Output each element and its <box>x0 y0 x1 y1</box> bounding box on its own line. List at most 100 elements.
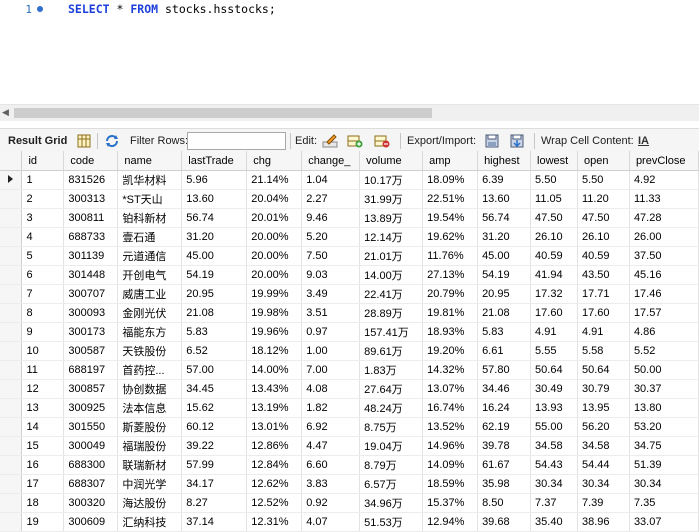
table-cell-volume[interactable]: 12.14万 <box>359 227 424 247</box>
table-cell-amp[interactable]: 18.93% <box>422 322 479 342</box>
table-cell-id[interactable]: 7 <box>21 284 65 304</box>
table-cell-chg[interactable]: 19.99% <box>246 284 303 304</box>
table-cell-lastTrade[interactable]: 34.17 <box>181 474 248 494</box>
table-cell-open[interactable]: 43.50 <box>577 265 630 285</box>
table-cell-volume[interactable]: 14.00万 <box>359 265 424 285</box>
result-grid[interactable]: id code name lastTrade chg change_ volume amp hi… <box>0 151 699 532</box>
table-cell-lowest[interactable]: 55.00 <box>530 417 578 437</box>
delete-row-icon[interactable] <box>374 133 390 149</box>
table-cell-change[interactable]: 0.92 <box>301 493 361 513</box>
table-cell-code[interactable]: 301448 <box>63 265 119 285</box>
column-header-prevClose[interactable]: prevClose <box>629 151 699 171</box>
import-icon[interactable] <box>509 133 525 149</box>
table-cell-lowest[interactable]: 40.59 <box>530 246 578 266</box>
table-row[interactable]: 15 300049 福瑞股份 39.22 12.86% 4.47 19.04万 14.96% 3… <box>0 436 699 456</box>
table-cell-change[interactable]: 6.92 <box>301 417 361 437</box>
table-cell-volume[interactable]: 8.79万 <box>359 455 424 475</box>
table-cell-code[interactable]: 301139 <box>63 246 119 266</box>
table-cell-chg[interactable]: 12.84% <box>246 455 303 475</box>
filter-rows-input[interactable] <box>187 132 286 150</box>
table-cell-lastTrade[interactable]: 31.20 <box>181 227 248 247</box>
table-cell-volume[interactable]: 22.41万 <box>359 284 424 304</box>
table-cell-id[interactable]: 4 <box>21 227 65 247</box>
table-cell-name[interactable]: 凯华材料 <box>117 170 183 190</box>
table-cell-lowest[interactable]: 26.10 <box>530 227 578 247</box>
table-cell-highest[interactable]: 13.60 <box>477 189 532 209</box>
table-cell-lastTrade[interactable]: 54.19 <box>181 265 248 285</box>
table-row[interactable]: 6 301448 开创电气 54.19 20.00% 9.03 14.00万 27.13% 54… <box>0 265 699 285</box>
table-row[interactable]: 11 688197 首药控... 57.00 14.00% 7.00 1.83万 14.32%… <box>0 360 699 380</box>
table-cell-volume[interactable]: 27.64万 <box>359 379 424 399</box>
table-cell-volume[interactable]: 34.96万 <box>359 493 424 513</box>
table-cell-open[interactable]: 11.20 <box>577 189 630 209</box>
table-cell-chg[interactable]: 12.52% <box>246 493 303 513</box>
table-row[interactable]: 8 300093 金刚光伏 21.08 19.98% 3.51 28.89万 19.81% 21… <box>0 303 699 323</box>
table-cell-name[interactable]: 法本信息 <box>117 398 183 418</box>
table-cell-name[interactable]: 福瑞股份 <box>117 436 183 456</box>
table-cell-id[interactable]: 19 <box>21 512 65 532</box>
table-row[interactable]: 10 300587 天铁股份 6.52 18.12% 1.00 89.61万 19.20% 6.… <box>0 341 699 361</box>
table-cell-change[interactable]: 9.03 <box>301 265 361 285</box>
table-cell-name[interactable]: 威唐工业 <box>117 284 183 304</box>
export-icon[interactable] <box>484 133 500 149</box>
column-header-change[interactable]: change_ <box>301 151 361 171</box>
table-cell-amp[interactable]: 13.52% <box>422 417 479 437</box>
table-cell-lastTrade[interactable]: 6.52 <box>181 341 248 361</box>
table-cell-code[interactable]: 688197 <box>63 360 119 380</box>
table-cell-name[interactable]: 元道通信 <box>117 246 183 266</box>
table-cell-lowest[interactable]: 34.58 <box>530 436 578 456</box>
table-cell-code[interactable]: 300857 <box>63 379 119 399</box>
table-cell-prevClose[interactable]: 50.00 <box>629 360 699 380</box>
table-cell-change[interactable]: 4.47 <box>301 436 361 456</box>
table-cell-chg[interactable]: 12.62% <box>246 474 303 494</box>
table-row[interactable]: 12 300857 协创数据 34.45 13.43% 4.08 27.64万 13.07% 3… <box>0 379 699 399</box>
column-header-lowest[interactable]: lowest <box>530 151 578 171</box>
table-cell-chg[interactable]: 21.14% <box>246 170 303 190</box>
table-cell-open[interactable]: 17.71 <box>577 284 630 304</box>
table-cell-volume[interactable]: 1.83万 <box>359 360 424 380</box>
table-cell-lastTrade[interactable]: 21.08 <box>181 303 248 323</box>
table-cell-volume[interactable]: 21.01万 <box>359 246 424 266</box>
table-cell-open[interactable]: 54.44 <box>577 455 630 475</box>
table-cell-code[interactable]: 300093 <box>63 303 119 323</box>
table-cell-change[interactable]: 3.83 <box>301 474 361 494</box>
table-cell-id[interactable]: 13 <box>21 398 65 418</box>
table-cell-amp[interactable]: 15.37% <box>422 493 479 513</box>
table-cell-lastTrade[interactable]: 57.00 <box>181 360 248 380</box>
table-cell-open[interactable]: 5.50 <box>577 170 630 190</box>
table-cell-code[interactable]: 300587 <box>63 341 119 361</box>
table-cell-name[interactable]: 铂科新材 <box>117 208 183 228</box>
table-cell-chg[interactable]: 20.00% <box>246 265 303 285</box>
table-cell-open[interactable]: 47.50 <box>577 208 630 228</box>
table-cell-change[interactable]: 4.08 <box>301 379 361 399</box>
table-row[interactable]: 4 688733 壹石通 31.20 20.00% 5.20 12.14万 19.62% 31.… <box>0 227 699 247</box>
table-cell-lowest[interactable]: 41.94 <box>530 265 578 285</box>
table-row[interactable]: 9 300173 福能东方 5.83 19.96% 0.97 157.41万 18.93% 5.… <box>0 322 699 342</box>
table-cell-id[interactable]: 11 <box>21 360 65 380</box>
table-cell-id[interactable]: 18 <box>21 493 65 513</box>
row-header[interactable] <box>0 284 23 304</box>
row-header[interactable] <box>0 512 23 532</box>
insert-row-icon[interactable] <box>347 133 363 149</box>
table-cell-volume[interactable]: 13.89万 <box>359 208 424 228</box>
table-cell-change[interactable]: 3.49 <box>301 284 361 304</box>
row-header[interactable] <box>0 322 23 342</box>
table-cell-open[interactable]: 50.64 <box>577 360 630 380</box>
table-cell-chg[interactable]: 13.19% <box>246 398 303 418</box>
table-cell-chg[interactable]: 12.86% <box>246 436 303 456</box>
table-cell-id[interactable]: 5 <box>21 246 65 266</box>
table-cell-lastTrade[interactable]: 60.12 <box>181 417 248 437</box>
table-cell-code[interactable]: 831526 <box>63 170 119 190</box>
row-header[interactable] <box>0 493 23 513</box>
row-header[interactable] <box>0 341 23 361</box>
table-row[interactable]: 1 831526 凯华材料 5.96 21.14% 1.04 10.17万 18.09% 6.3… <box>0 170 699 190</box>
row-header[interactable] <box>0 265 23 285</box>
table-cell-code[interactable]: 301550 <box>63 417 119 437</box>
table-cell-lastTrade[interactable]: 15.62 <box>181 398 248 418</box>
table-cell-code[interactable]: 300925 <box>63 398 119 418</box>
row-header[interactable] <box>0 455 23 475</box>
horizontal-scrollbar[interactable]: ◀ <box>0 104 699 121</box>
table-cell-id[interactable]: 14 <box>21 417 65 437</box>
table-cell-prevClose[interactable]: 34.75 <box>629 436 699 456</box>
table-cell-name[interactable]: 金刚光伏 <box>117 303 183 323</box>
